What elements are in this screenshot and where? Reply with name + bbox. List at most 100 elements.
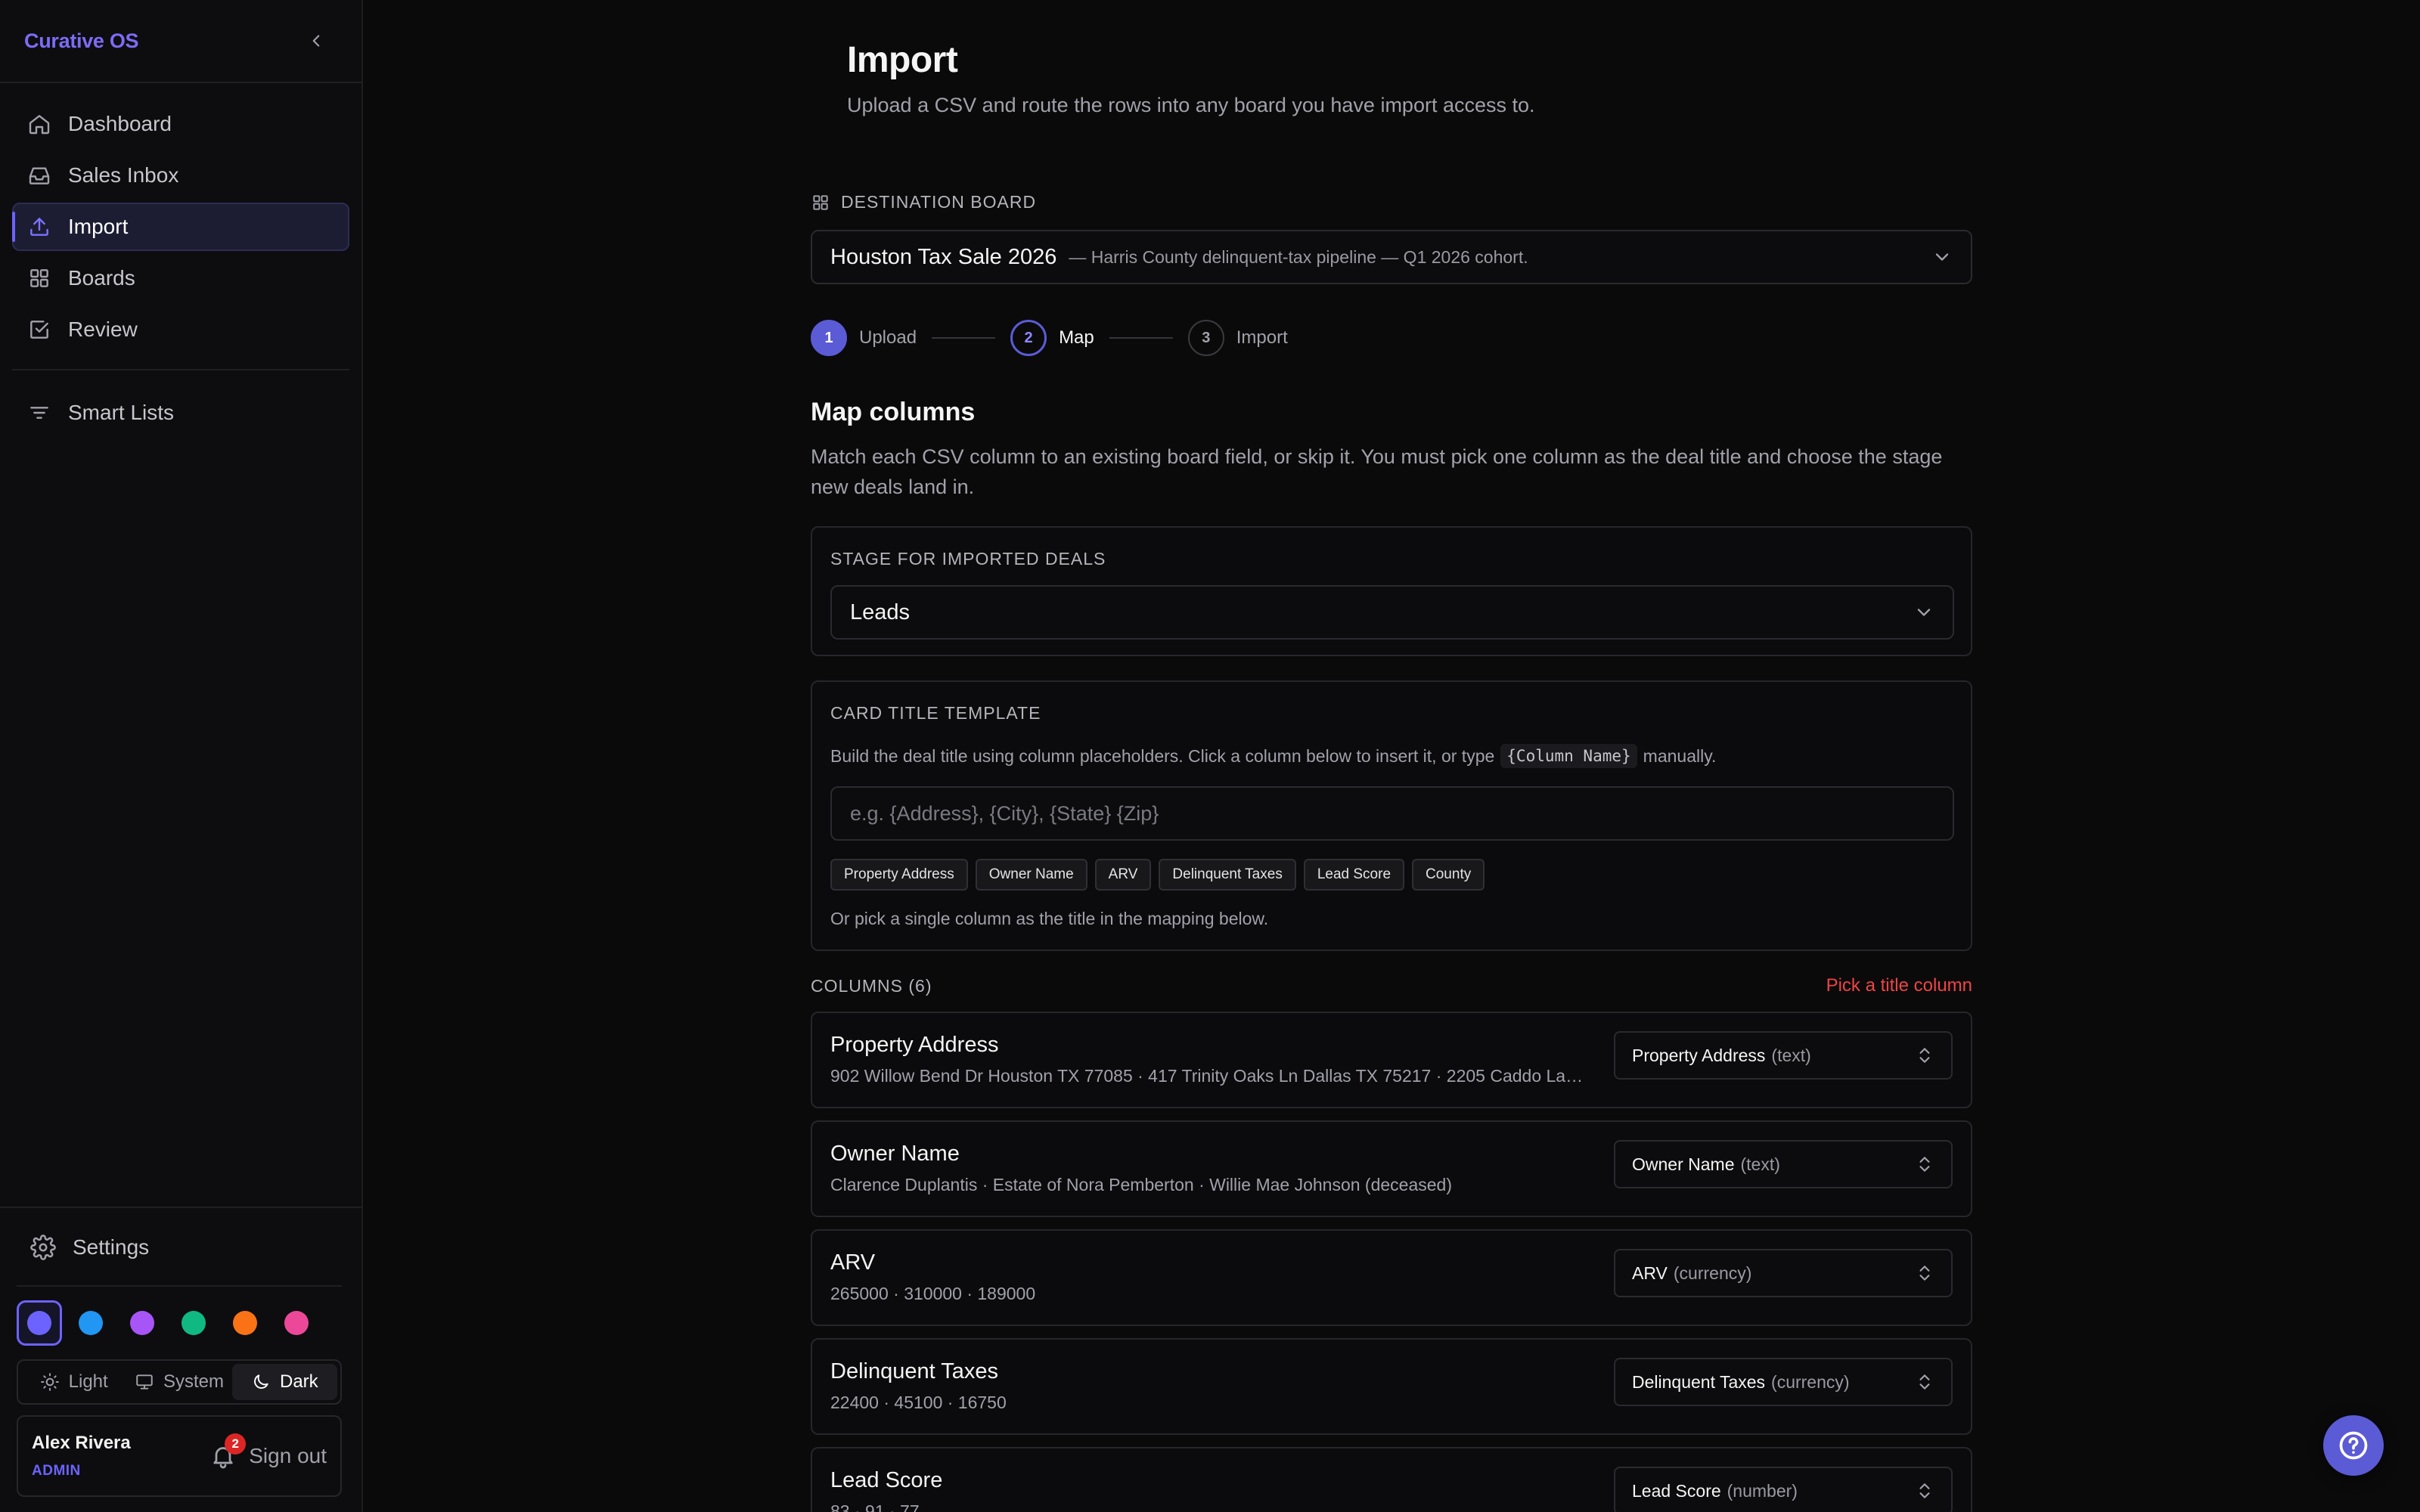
column-name: Property Address xyxy=(830,1033,999,1057)
check-square-icon xyxy=(30,321,48,339)
sidebar-item-dashboard[interactable]: Dashboard xyxy=(12,100,349,148)
page-title: Import xyxy=(847,40,958,80)
settings-label: Settings xyxy=(73,1235,150,1259)
user-actions: 2 Sign out xyxy=(209,1433,327,1470)
sidebar-item-review[interactable]: Review xyxy=(12,305,349,354)
brand-logo[interactable]: Curative OS xyxy=(24,29,139,53)
step-label: Import xyxy=(1236,327,1288,348)
field-mapping-select[interactable]: Property Address (text) xyxy=(1614,1031,1953,1080)
field-mapping-select[interactable]: Lead Score (number) xyxy=(1614,1467,1953,1512)
swatch-dot xyxy=(284,1311,309,1335)
mapped-field-name: Lead Score xyxy=(1632,1480,1721,1501)
step-import[interactable]: 3 Import xyxy=(1187,320,1288,356)
chip-lead-score[interactable]: Lead Score xyxy=(1303,859,1405,891)
accent-swatch-purple[interactable] xyxy=(119,1300,165,1346)
swatch-dot xyxy=(27,1311,51,1335)
step-connector xyxy=(1109,337,1173,339)
sidebar-item-smart-lists[interactable]: Smart Lists xyxy=(12,389,349,437)
theme-dark-button[interactable]: Dark xyxy=(231,1364,337,1400)
sidebar-footer: Settings Light System Dark Alex Rivera A… xyxy=(0,1207,361,1512)
chip-arv[interactable]: ARV xyxy=(1094,859,1152,891)
swatch-dot xyxy=(79,1311,103,1335)
column-name-placeholder-code: {Column Name} xyxy=(1500,744,1637,768)
accent-swatch-orange[interactable] xyxy=(222,1300,268,1346)
sidebar-item-label: Smart Lists xyxy=(68,401,175,424)
mapped-field-type: (text) xyxy=(1771,1045,1811,1065)
help-text-before: Build the deal title using column placeh… xyxy=(830,745,1495,766)
sidebar-item-label: Import xyxy=(68,215,129,238)
sun-icon xyxy=(40,1373,59,1391)
theme-toggle: Light System Dark xyxy=(17,1359,342,1405)
upload-icon xyxy=(30,218,48,236)
card-title-template-input[interactable] xyxy=(830,786,1954,841)
sidebar-item-settings[interactable]: Settings xyxy=(17,1223,342,1272)
filter-icon xyxy=(30,407,48,419)
chip-owner-name[interactable]: Owner Name xyxy=(975,859,1087,891)
theme-light-button[interactable]: Light xyxy=(21,1364,126,1400)
swatch-dot xyxy=(233,1311,257,1335)
step-label: Upload xyxy=(859,327,917,348)
stage-label: STAGE FOR IMPORTED DEALS xyxy=(830,549,1106,569)
user-info: Alex Rivera ADMIN xyxy=(32,1433,131,1479)
theme-system-label: System xyxy=(163,1371,224,1392)
sidebar-item-label: Boards xyxy=(68,266,135,290)
grid-icon xyxy=(30,269,48,287)
column-row-lead-score: Lead Score 83 · 91 · 77 Lead Score (numb… xyxy=(811,1447,1972,1512)
column-sample-values: 265000 · 310000 · 189000 xyxy=(830,1284,1036,1303)
destination-board-select[interactable]: Houston Tax Sale 2026 — Harris County de… xyxy=(811,230,1972,284)
mapped-field-type: (currency) xyxy=(1771,1371,1850,1392)
inbox-icon xyxy=(29,167,50,184)
theme-system-button[interactable]: System xyxy=(126,1364,231,1400)
card-title-template-panel: CARD TITLE TEMPLATE Build the deal title… xyxy=(811,680,1972,951)
help-text-after: manually. xyxy=(1643,745,1717,766)
chip-county[interactable]: County xyxy=(1412,859,1485,891)
destination-board-description: — Harris County delinquent-tax pipeline … xyxy=(1069,246,1528,267)
column-row-property-address: Property Address 902 Willow Bend Dr Hous… xyxy=(811,1012,1972,1108)
mapped-field-name: Property Address xyxy=(1632,1045,1766,1065)
chip-delinquent-taxes[interactable]: Delinquent Taxes xyxy=(1159,859,1296,891)
accent-swatch-indigo[interactable] xyxy=(17,1300,62,1346)
nav-divider xyxy=(12,369,349,370)
field-mapping-select[interactable]: ARV (currency) xyxy=(1614,1249,1953,1297)
user-name: Alex Rivera xyxy=(32,1433,131,1453)
stage-select[interactable]: Leads xyxy=(830,585,1954,640)
footer-divider xyxy=(17,1285,342,1287)
theme-light-label: Light xyxy=(68,1371,108,1392)
column-sample-values: 83 · 91 · 77 xyxy=(830,1501,920,1512)
gear-icon xyxy=(30,1235,56,1260)
column-placeholder-chips: Property Address Owner Name ARV Delinque… xyxy=(830,859,1485,891)
destination-board-label: DESTINATION BOARD xyxy=(811,192,1036,212)
step-label: Map xyxy=(1059,327,1094,348)
step-map[interactable]: 2 Map xyxy=(1010,320,1094,356)
sidebar-item-import[interactable]: Import xyxy=(12,203,349,251)
sidebar-item-sales-inbox[interactable]: Sales Inbox xyxy=(12,151,349,200)
column-sample-values: 902 Willow Bend Dr Houston TX 77085 · 41… xyxy=(830,1066,1587,1086)
chevron-up-down-icon xyxy=(1919,1483,1930,1498)
column-sample-values: 22400 · 45100 · 16750 xyxy=(830,1393,1007,1412)
single-column-hint: Or pick a single column as the title in … xyxy=(830,909,1269,928)
chevron-up-down-icon xyxy=(1919,1048,1930,1063)
user-card: Alex Rivera ADMIN 2 Sign out xyxy=(17,1415,342,1497)
collapse-sidebar-button[interactable] xyxy=(301,26,331,56)
page-subtitle: Upload a CSV and route the rows into any… xyxy=(847,94,1535,116)
sign-out-button[interactable]: Sign out xyxy=(249,1444,327,1468)
columns-header: COLUMNS (6) Pick a title column xyxy=(811,975,1972,996)
chip-property-address[interactable]: Property Address xyxy=(830,859,968,891)
card-title-help: Build the deal title using column placeh… xyxy=(830,744,1716,768)
help-button[interactable] xyxy=(2323,1415,2384,1476)
swatch-dot xyxy=(130,1311,154,1335)
accent-swatch-pink[interactable] xyxy=(274,1300,319,1346)
sidebar-item-boards[interactable]: Boards xyxy=(12,254,349,302)
step-number: 3 xyxy=(1187,320,1224,356)
field-mapping-select[interactable]: Delinquent Taxes (currency) xyxy=(1614,1358,1953,1406)
mapped-field-type: (number) xyxy=(1727,1480,1798,1501)
accent-swatch-blue[interactable] xyxy=(68,1300,113,1346)
field-mapping-select[interactable]: Owner Name (text) xyxy=(1614,1140,1953,1188)
map-columns-description: Match each CSV column to an existing boa… xyxy=(811,445,1943,498)
notifications-button[interactable]: 2 xyxy=(209,1433,247,1470)
chevron-left-icon xyxy=(312,35,320,47)
accent-swatch-green[interactable] xyxy=(171,1300,216,1346)
mapped-field-type: (currency) xyxy=(1673,1263,1752,1283)
step-upload[interactable]: 1 Upload xyxy=(811,320,917,356)
sidebar: Curative OS Dashboard Sales Inbox Import… xyxy=(0,0,363,1512)
